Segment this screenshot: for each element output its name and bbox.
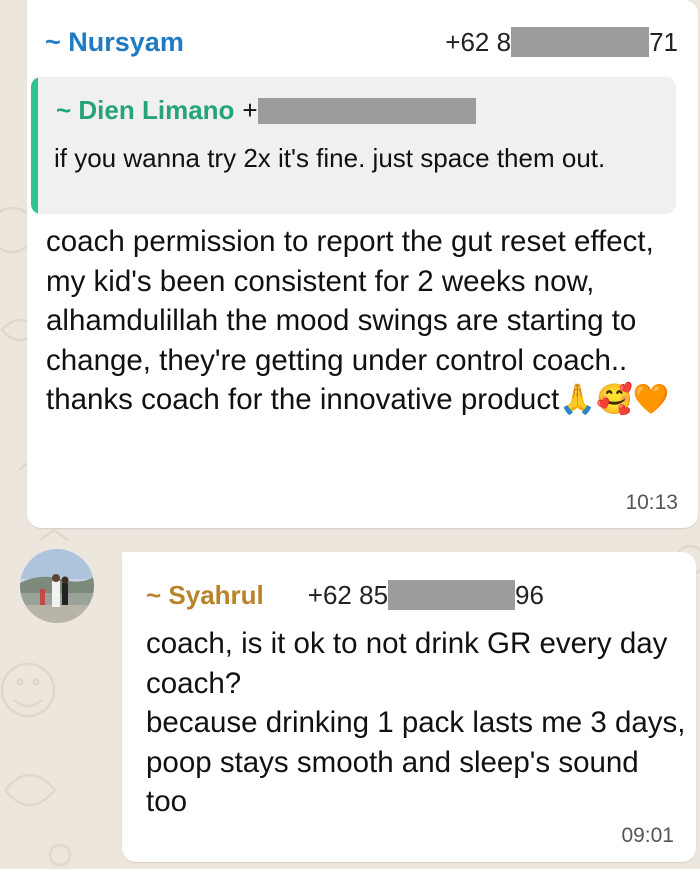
message-text: coach, is it ok to not drink GR every da… bbox=[146, 627, 686, 818]
sender-phone: +62 8 71 bbox=[445, 27, 678, 58]
phone-redaction bbox=[511, 27, 650, 57]
message-bubble[interactable]: ~ Syahrul +62 85 96 coach, is it ok to n… bbox=[122, 552, 696, 862]
message-text: coach permission to report the gut reset… bbox=[46, 225, 670, 416]
sender-name[interactable]: ~ Syahrul bbox=[146, 580, 264, 611]
quote-sender-phone-prefix: + bbox=[242, 95, 258, 125]
phone-redaction bbox=[388, 580, 516, 610]
phone-redaction bbox=[257, 97, 476, 124]
sender-phone: +62 85 96 bbox=[308, 580, 544, 611]
message-time: 09:01 bbox=[621, 824, 674, 847]
quote-text: if you wanna try 2x it's fine. just spac… bbox=[54, 143, 606, 173]
sender-phone-prefix: +62 85 bbox=[307, 579, 389, 610]
quote-accent-bar bbox=[31, 77, 38, 214]
sender-phone-suffix: 71 bbox=[649, 26, 678, 57]
message-bubble[interactable]: ~ Nursyam +62 8 71 ~ Dien Limano + if yo… bbox=[27, 0, 698, 528]
sender-phone-suffix: 96 bbox=[515, 579, 544, 610]
sender-row: ~ Syahrul +62 85 96 bbox=[146, 578, 544, 612]
profile-photo-avatar-icon bbox=[20, 549, 94, 623]
sender-phone-prefix: +62 8 bbox=[445, 26, 512, 57]
quote-header: ~ Dien Limano + bbox=[56, 95, 476, 126]
quoted-message[interactable]: ~ Dien Limano + if you wanna try 2x it's… bbox=[31, 77, 676, 214]
avatar[interactable] bbox=[20, 549, 94, 623]
message-time: 10:13 bbox=[625, 491, 678, 514]
quote-sender-name: ~ Dien Limano bbox=[56, 95, 235, 125]
sender-name[interactable]: ~ Nursyam bbox=[45, 27, 184, 58]
sender-row: ~ Nursyam +62 8 71 bbox=[45, 25, 678, 59]
